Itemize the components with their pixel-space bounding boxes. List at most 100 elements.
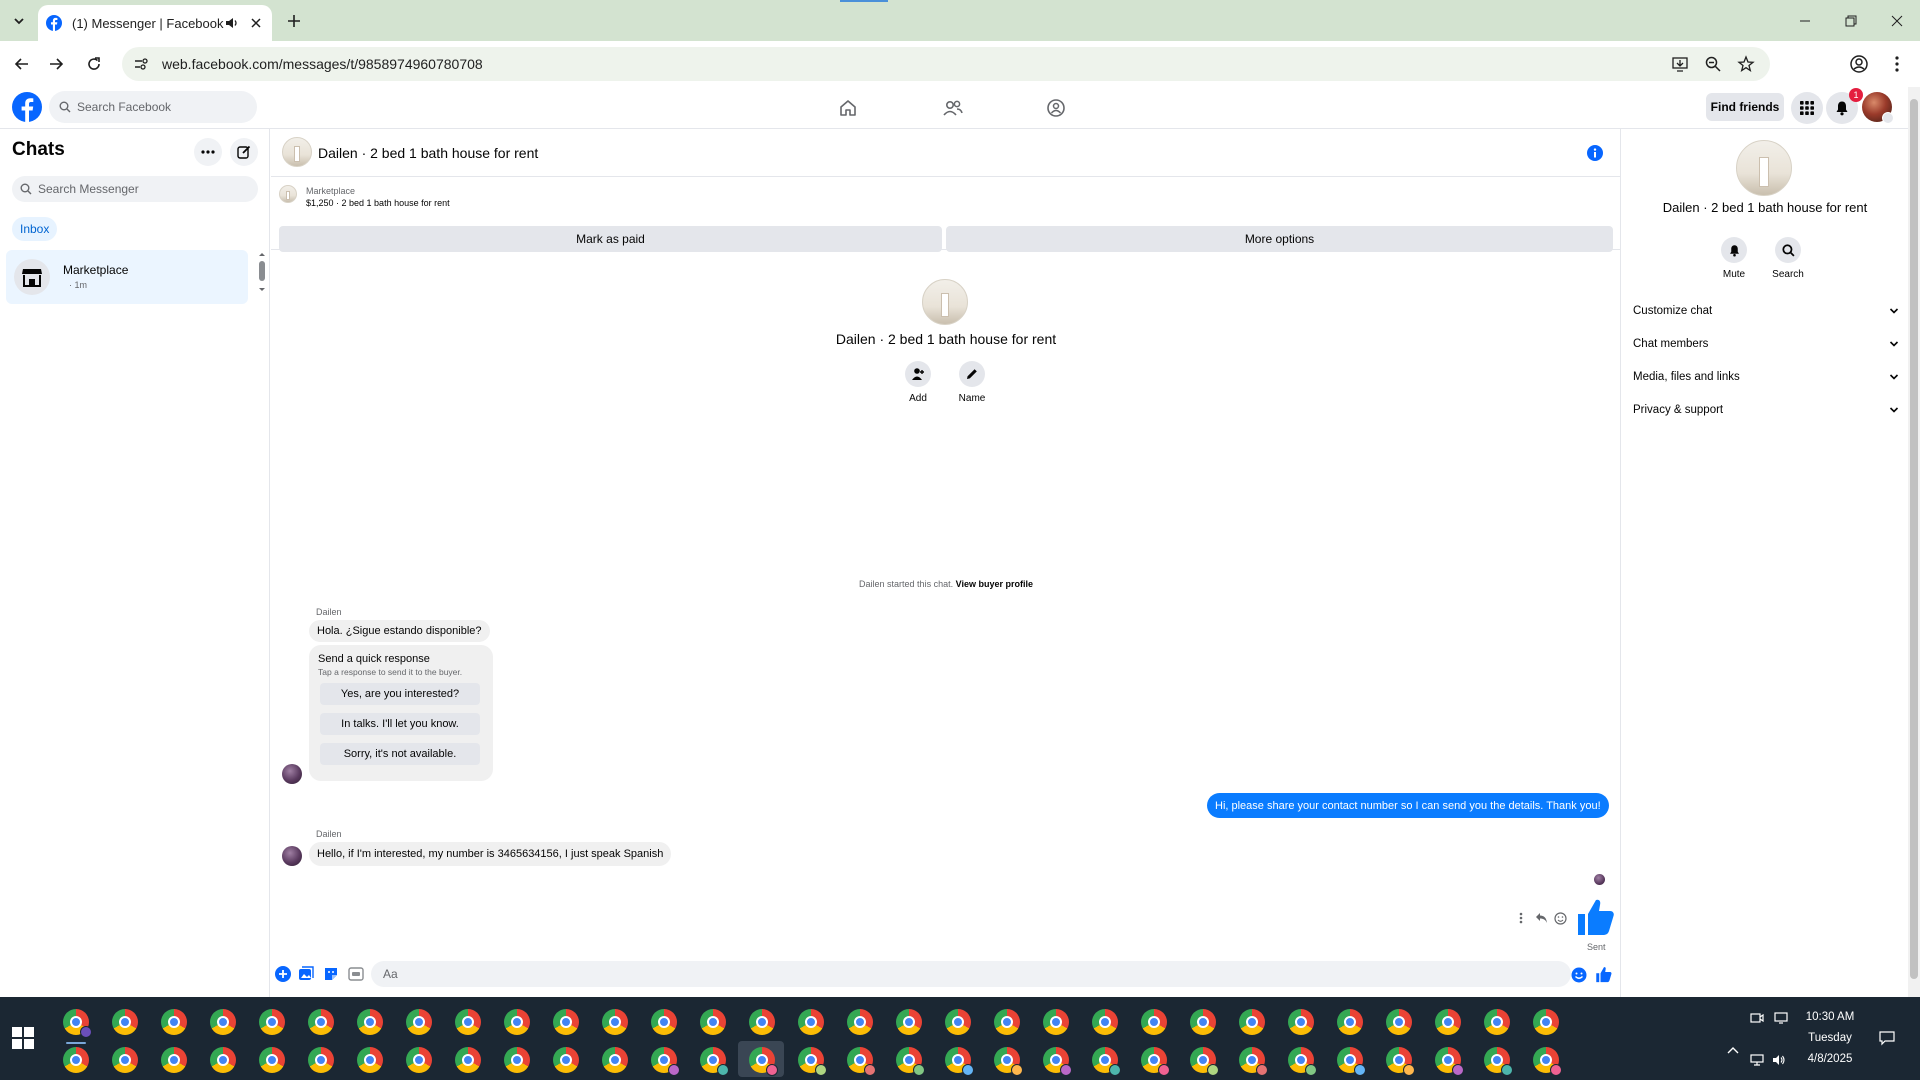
quick-response-option[interactable]: In talks. I'll let you know.	[320, 713, 480, 735]
chrome-taskbar-icon[interactable]	[1141, 1047, 1170, 1076]
back-button[interactable]	[10, 52, 34, 76]
chrome-taskbar-icon[interactable]	[406, 1009, 432, 1035]
close-tab-icon[interactable]	[248, 15, 264, 31]
section-customize-chat[interactable]: Customize chat	[1633, 299, 1899, 323]
chrome-taskbar-icon[interactable]	[553, 1009, 579, 1035]
menu-button[interactable]	[1791, 92, 1823, 124]
chrome-taskbar-icon[interactable]	[1288, 1047, 1317, 1076]
meet-now-button[interactable]	[1748, 1009, 1766, 1027]
chrome-taskbar-icon[interactable]	[1190, 1009, 1216, 1035]
reply-button[interactable]	[1533, 910, 1549, 926]
chrome-taskbar-icon[interactable]	[896, 1009, 922, 1035]
chat-list-scrollbar[interactable]	[256, 251, 268, 293]
chrome-taskbar-icon[interactable]	[847, 1009, 873, 1035]
install-app-icon[interactable]	[1671, 55, 1689, 73]
edit-name-button[interactable]: Name	[942, 361, 1002, 404]
listing-price-title[interactable]: $1,250 · 2 bed 1 bath house for rent	[306, 198, 450, 208]
conversation-title[interactable]: Dailen · 2 bed 1 bath house for rent	[318, 145, 538, 161]
chrome-taskbar-icon[interactable]	[112, 1009, 138, 1035]
chrome-taskbar-icon[interactable]	[455, 1047, 481, 1073]
sent-like-thumbs-up-icon[interactable]	[1575, 897, 1615, 937]
chrome-taskbar-icon[interactable]	[259, 1009, 285, 1035]
chrome-taskbar-icon[interactable]	[357, 1047, 383, 1073]
windows-start-icon[interactable]	[12, 1027, 34, 1049]
chrome-taskbar-icon[interactable]	[700, 1047, 729, 1076]
address-bar[interactable]: web.facebook.com/messages/t/985897496078…	[122, 47, 1770, 81]
emoji-button[interactable]	[1570, 966, 1588, 984]
new-message-button[interactable]	[230, 138, 258, 166]
more-actions-button[interactable]	[274, 965, 292, 983]
chrome-taskbar-icon[interactable]	[63, 1047, 89, 1073]
chrome-taskbar-icon[interactable]	[1337, 1009, 1363, 1035]
chrome-taskbar-icon[interactable]	[357, 1009, 383, 1035]
messenger-search-input[interactable]: Search Messenger	[12, 176, 258, 202]
chrome-taskbar-icon[interactable]	[994, 1009, 1020, 1035]
show-hidden-icons-button[interactable]	[1724, 1041, 1742, 1059]
inbox-filter-tab[interactable]: Inbox	[12, 217, 58, 241]
chrome-taskbar-icon[interactable]	[504, 1009, 530, 1035]
profile-button[interactable]	[1848, 53, 1870, 75]
page-scrollbar-thumb[interactable]	[1910, 99, 1918, 979]
network-button[interactable]	[1748, 1051, 1766, 1069]
chrome-taskbar-icon[interactable]	[1141, 1009, 1167, 1035]
account-menu-chevron[interactable]	[1882, 112, 1894, 124]
chrome-taskbar-icon[interactable]	[1435, 1009, 1461, 1035]
chrome-taskbar-icon[interactable]	[455, 1009, 481, 1035]
restore-button[interactable]	[1828, 0, 1874, 41]
incoming-message[interactable]: Hola. ¿Sigue estando disponible?	[309, 620, 490, 642]
incoming-message[interactable]: Hello, if I'm interested, my number is 3…	[309, 842, 672, 866]
outgoing-message[interactable]: Hi, please share your contact number so …	[1207, 793, 1609, 818]
section-privacy-support[interactable]: Privacy & support	[1633, 398, 1899, 422]
nav-home[interactable]	[835, 95, 861, 121]
nav-groups[interactable]	[1043, 95, 1069, 121]
facebook-search-input[interactable]: Search Facebook	[49, 91, 257, 123]
sticker-button[interactable]	[322, 965, 340, 983]
chrome-taskbar-icon[interactable]	[1239, 1009, 1265, 1035]
send-like-button[interactable]	[1594, 965, 1612, 983]
chrome-taskbar-icon[interactable]	[994, 1047, 1023, 1076]
chrome-taskbar-icon[interactable]	[602, 1047, 628, 1073]
chrome-taskbar-icon[interactable]	[1092, 1009, 1118, 1035]
chrome-taskbar-icon[interactable]	[63, 1009, 92, 1044]
search-in-conversation-button[interactable]: Search	[1763, 237, 1813, 280]
mark-as-paid-button[interactable]: Mark as paid	[279, 226, 942, 252]
gif-button[interactable]	[347, 965, 365, 983]
reload-button[interactable]	[82, 52, 106, 76]
chrome-taskbar-icon[interactable]	[1533, 1047, 1562, 1076]
tab-search-button[interactable]	[8, 10, 30, 32]
chrome-taskbar-icon[interactable]	[1484, 1047, 1513, 1076]
chrome-taskbar-icon[interactable]	[308, 1047, 334, 1073]
listing-thumbnail[interactable]	[282, 137, 312, 167]
chrome-taskbar-icon[interactable]	[210, 1047, 236, 1073]
speaker-icon[interactable]	[224, 15, 240, 31]
quick-response-option[interactable]: Sorry, it's not available.	[320, 743, 480, 765]
forward-button[interactable]	[44, 52, 68, 76]
message-input[interactable]: Aa	[371, 961, 1571, 987]
chrome-taskbar-icon[interactable]	[945, 1047, 974, 1076]
chrome-taskbar-icon[interactable]	[945, 1009, 971, 1035]
chrome-taskbar-icon[interactable]	[1484, 1009, 1510, 1035]
url-text[interactable]: web.facebook.com/messages/t/985897496078…	[162, 56, 1671, 72]
page-scrollbar[interactable]	[1908, 87, 1920, 997]
chrome-taskbar-icon[interactable]	[1190, 1047, 1219, 1076]
react-button[interactable]	[1552, 910, 1568, 926]
chrome-taskbar-icon[interactable]	[406, 1047, 432, 1073]
chrome-taskbar-icon[interactable]	[896, 1047, 925, 1076]
find-friends-button[interactable]: Find friends	[1706, 93, 1784, 121]
chrome-taskbar-icon[interactable]	[1239, 1047, 1268, 1076]
section-chat-members[interactable]: Chat members	[1633, 332, 1899, 356]
chrome-taskbar-icon[interactable]	[1043, 1047, 1072, 1076]
add-people-button[interactable]: Add	[888, 361, 948, 404]
chrome-taskbar-icon[interactable]	[210, 1009, 236, 1035]
chats-options-button[interactable]	[194, 138, 222, 166]
chrome-taskbar-icon[interactable]	[1043, 1009, 1069, 1035]
section-media-files-links[interactable]: Media, files and links	[1633, 365, 1899, 389]
chrome-taskbar-icon[interactable]	[1435, 1047, 1464, 1076]
bookmark-star-icon[interactable]	[1737, 55, 1755, 73]
conversation-item-marketplace[interactable]: Marketplace · 1m	[6, 250, 248, 304]
chrome-taskbar-icon[interactable]	[602, 1009, 628, 1035]
account-avatar[interactable]	[1862, 92, 1894, 124]
facebook-logo-icon[interactable]	[12, 92, 42, 122]
view-buyer-profile-link[interactable]: View buyer profile	[956, 579, 1033, 589]
chrome-taskbar-icon[interactable]	[112, 1047, 138, 1073]
